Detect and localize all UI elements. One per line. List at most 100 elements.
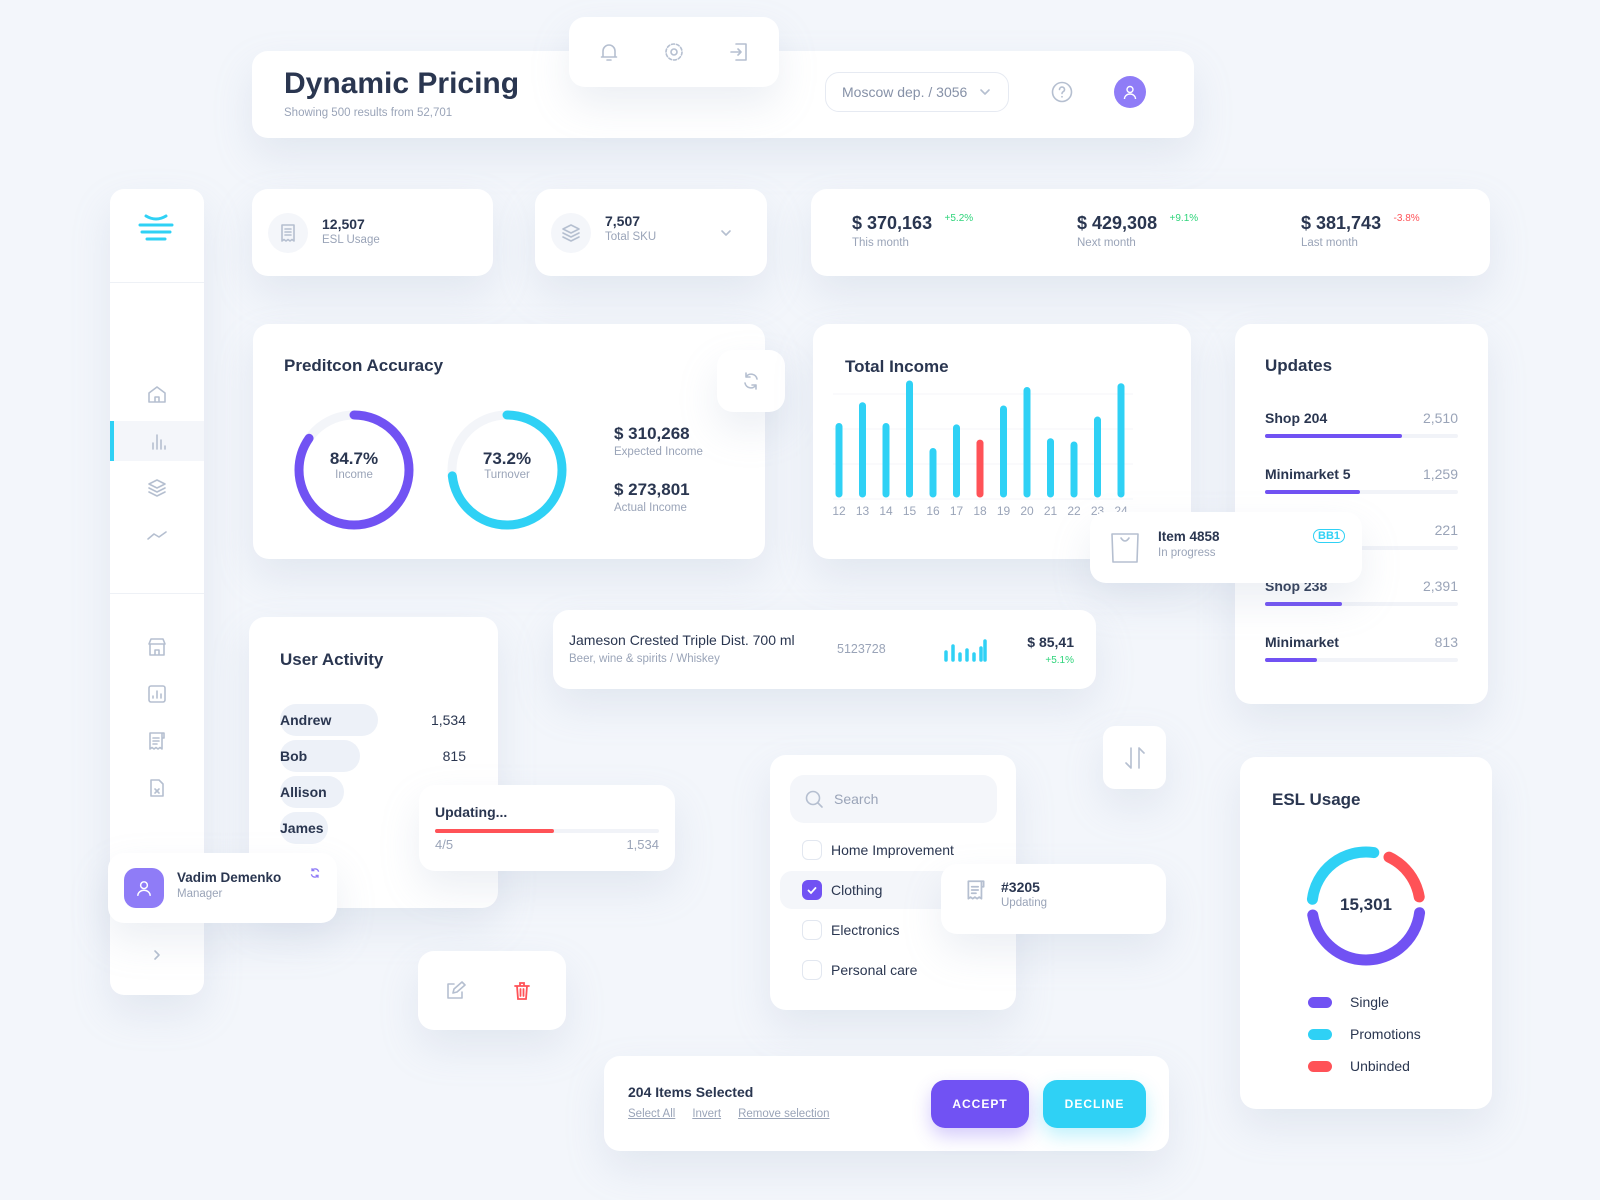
sidebar-item-store[interactable] (110, 627, 204, 667)
expected-income: $ 310,268 Expected Income (614, 424, 703, 458)
updating-title: Updating... (435, 804, 508, 820)
layers-icon-wrap (551, 213, 591, 253)
update-row[interactable]: Shop 238 2,391 (1265, 578, 1458, 618)
item-popup[interactable]: Item 4858 In progress BB1 (1090, 512, 1362, 583)
product-change: +5.1% (1045, 655, 1074, 666)
search-input[interactable]: Search (790, 775, 997, 823)
current-user-card[interactable]: Vadim Demenko Manager (108, 853, 337, 923)
checkbox[interactable] (802, 840, 822, 860)
product-code: 5123728 (837, 642, 886, 656)
update-value: 221 (1434, 522, 1458, 538)
sidebar-expand-button[interactable] (110, 935, 204, 975)
money-label: Last month (1301, 237, 1358, 249)
card-title: Updates (1265, 356, 1333, 375)
actual-value: $ 273,801 (614, 480, 690, 499)
user-icon (1123, 85, 1137, 100)
update-row[interactable]: Minimarket 5 1,259 (1265, 466, 1458, 506)
item-badge: BB1 (1313, 529, 1346, 543)
user-icon (137, 881, 151, 896)
sidebar-item-layers[interactable] (110, 468, 204, 508)
sku-value: 7,507 (605, 213, 641, 229)
sku-stat-card[interactable]: 7,507 Total SKU (535, 189, 767, 276)
product-row[interactable]: Jameson Crested Triple Dist. 700 ml Beer… (553, 610, 1096, 689)
legend-label: Unbinded (1350, 1058, 1410, 1074)
x-tick-label: 21 (1044, 504, 1058, 518)
sidebar-item-analytics[interactable] (110, 421, 204, 461)
card-title: Preditcon Accuracy (284, 356, 444, 375)
sort-icon (1124, 746, 1145, 769)
update-value: 1,259 (1422, 466, 1458, 482)
bell-icon[interactable] (598, 41, 620, 63)
help-icon[interactable] (1050, 80, 1074, 104)
refresh-icon (744, 372, 758, 390)
legend-label: Single (1350, 994, 1389, 1010)
logout-icon[interactable] (728, 41, 750, 63)
department-value: Moscow dep. / 3056 (842, 84, 968, 100)
user-row-bob[interactable]: Bob (280, 740, 360, 772)
refresh-button[interactable] (717, 350, 785, 412)
user-value: 815 (442, 748, 466, 764)
department-select[interactable]: Moscow dep. / 3056 (825, 72, 1009, 112)
select-all-link[interactable]: Select All (628, 1108, 675, 1120)
updating-progress-track (435, 829, 659, 833)
invert-link[interactable]: Invert (692, 1108, 721, 1120)
user-row-allison[interactable]: Allison (280, 776, 344, 808)
page-subtitle: Showing 500 results from 52,701 (284, 107, 453, 119)
avatar[interactable] (1114, 76, 1146, 108)
sidebar-item-report[interactable] (110, 674, 204, 714)
remove-selection-link[interactable]: Remove selection (738, 1108, 829, 1120)
ring-value: 84.7% (329, 449, 379, 468)
sidebar-item-trend[interactable] (110, 515, 204, 555)
sidebar-item-file-x[interactable] (110, 768, 204, 808)
income-ring-label: 84.7% Income (292, 449, 416, 481)
x-tick-label: 17 (950, 504, 964, 518)
user-row-james[interactable]: James (280, 812, 328, 844)
card-title: User Activity (280, 650, 384, 669)
receipt-icon-wrap (268, 213, 308, 253)
checkbox[interactable] (802, 960, 822, 980)
update-row[interactable]: Minimarket 813 (1265, 634, 1458, 674)
edit-icon[interactable] (444, 980, 466, 1002)
sidebar-item-home[interactable] (110, 374, 204, 414)
money-value: $ 381,743 (1301, 213, 1382, 233)
updating-value: 1,534 (626, 837, 659, 852)
update-name: Minimarket (1265, 634, 1339, 650)
product-category: Beer, wine & spirits / Whiskey (569, 653, 720, 665)
page-title: Dynamic Pricing (284, 67, 520, 100)
option-label: Home Improvement (831, 842, 954, 858)
trash-icon[interactable] (511, 980, 533, 1002)
card-title: ESL Usage (1272, 790, 1361, 809)
checkbox[interactable] (802, 920, 822, 940)
money-label: Next month (1077, 237, 1136, 249)
edit-delete-toolbar (418, 951, 566, 1030)
filter-option-personal-care[interactable]: Personal care (780, 951, 1006, 989)
decline-button[interactable]: DECLINE (1043, 1080, 1146, 1128)
top-icon-bar (569, 17, 779, 87)
user-row-andrew[interactable]: Andrew (280, 704, 378, 736)
user-value: 1,534 (430, 712, 466, 728)
legend-label: Promotions (1350, 1026, 1421, 1042)
actual-label: Actual Income (614, 502, 687, 514)
receipt-popup[interactable]: #3205 Updating (941, 864, 1166, 934)
sidebar-item-receipt[interactable] (110, 721, 204, 761)
user-name: Andrew (280, 712, 332, 728)
sort-button[interactable] (1103, 726, 1166, 789)
checkbox-checked[interactable] (802, 880, 822, 900)
user-role: Manager (177, 888, 223, 900)
money-change: +9.1% (1169, 213, 1199, 224)
layers-icon (562, 224, 580, 242)
update-progress-track (1265, 602, 1458, 606)
product-name: Jameson Crested Triple Dist. 700 ml (569, 632, 795, 648)
ring-value: 73.2% (482, 449, 532, 468)
money-change: +5.2% (944, 213, 974, 224)
update-value: 2,510 (1422, 410, 1458, 426)
update-row[interactable]: Shop 204 2,510 (1265, 410, 1458, 450)
store-icon (148, 638, 166, 656)
gear-icon[interactable] (663, 41, 685, 63)
update-progress-track (1265, 434, 1458, 438)
actual-income: $ 273,801 Actual Income (614, 480, 690, 514)
chevron-down-icon[interactable] (720, 227, 732, 239)
accept-button[interactable]: ACCEPT (931, 1080, 1029, 1128)
user-name: Allison (280, 784, 327, 800)
sync-icon[interactable] (309, 867, 321, 879)
